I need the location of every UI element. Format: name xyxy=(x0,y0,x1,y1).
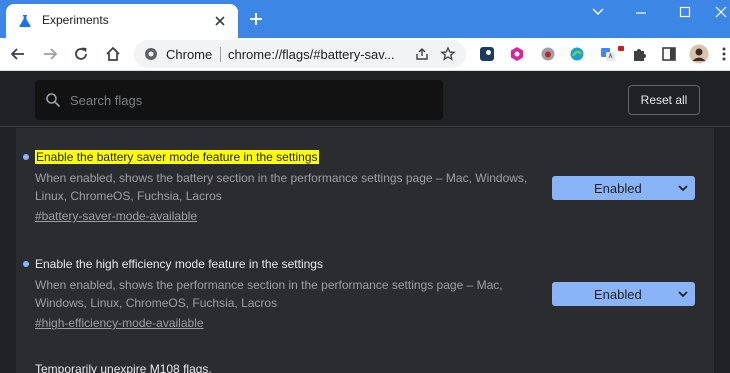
browser-toolbar: Chrome chrome://flags/#battery-sav... xyxy=(0,38,730,71)
tab-title: Experiments xyxy=(42,13,109,27)
bug-icon[interactable] xyxy=(540,46,556,62)
flag-title: Enable the battery saver mode feature in… xyxy=(35,150,319,164)
chrome-icon xyxy=(145,48,157,60)
star-icon[interactable] xyxy=(440,46,456,62)
reload-icon[interactable] xyxy=(72,45,90,63)
more-options-icon[interactable] xyxy=(716,46,730,62)
flag-state-select[interactable]: Enabled xyxy=(552,282,695,306)
edge-icon[interactable] xyxy=(569,46,585,62)
scrollbar[interactable] xyxy=(718,128,730,373)
close-icon[interactable] xyxy=(212,13,228,29)
close-window-icon[interactable] xyxy=(711,4,730,20)
flag-state-select[interactable]: Enabled xyxy=(552,176,695,200)
chevron-down-icon xyxy=(678,185,688,192)
new-tab-icon[interactable] xyxy=(246,9,266,29)
flags-panel: Enable the battery saver mode feature in… xyxy=(16,128,714,373)
flags-header: Search flags Reset all xyxy=(0,71,730,127)
tab-experiments[interactable]: Experiments xyxy=(6,4,238,38)
share-icon[interactable] xyxy=(414,46,430,62)
sidepanel-icon[interactable] xyxy=(661,46,677,62)
flask-icon xyxy=(19,15,31,27)
flag-state-value: Enabled xyxy=(594,287,642,302)
tab-strip: Experiments xyxy=(0,0,730,38)
back-icon[interactable] xyxy=(9,45,27,63)
maximize-icon[interactable] xyxy=(675,4,695,20)
puzzle-icon[interactable] xyxy=(631,46,647,62)
flag-description: When enabled, shows the battery section … xyxy=(35,171,528,203)
steam-icon[interactable] xyxy=(479,46,495,62)
flag-status-dot xyxy=(23,154,29,160)
flag-title: Temporarily unexpire M108 flags. xyxy=(35,362,212,373)
flags-content: Enable the battery saver mode feature in… xyxy=(0,128,730,373)
chevron-down-icon[interactable] xyxy=(588,4,608,20)
search-icon xyxy=(46,93,61,108)
omnibox-chrome-label: Chrome xyxy=(166,47,213,62)
forward-icon[interactable] xyxy=(41,45,59,63)
flag-title: Enable the high efficiency mode feature … xyxy=(35,257,323,271)
avatar[interactable] xyxy=(689,44,709,64)
flag-link[interactable]: #high-efficiency-mode-available xyxy=(35,316,204,330)
pink-hexagon-icon[interactable] xyxy=(509,46,525,62)
flag-state-value: Enabled xyxy=(594,181,642,196)
minimize-icon[interactable] xyxy=(631,4,651,20)
search-box[interactable]: Search flags xyxy=(35,80,443,120)
flag-status-dot xyxy=(23,261,29,267)
reset-all-button[interactable]: Reset all xyxy=(628,85,700,115)
omnibox-url[interactable]: chrome://flags/#battery-sav... xyxy=(228,47,395,62)
flag-link[interactable]: #battery-saver-mode-available xyxy=(35,209,197,223)
omnibox-separator xyxy=(220,47,221,62)
home-icon[interactable] xyxy=(104,45,122,63)
search-input[interactable]: Search flags xyxy=(70,93,142,108)
red-logo-icon[interactable] xyxy=(611,46,627,62)
flag-description: When enabled, shows the performance sect… xyxy=(35,278,503,310)
address-bar[interactable]: Chrome chrome://flags/#battery-sav... xyxy=(134,40,466,68)
chevron-down-icon xyxy=(678,291,688,298)
